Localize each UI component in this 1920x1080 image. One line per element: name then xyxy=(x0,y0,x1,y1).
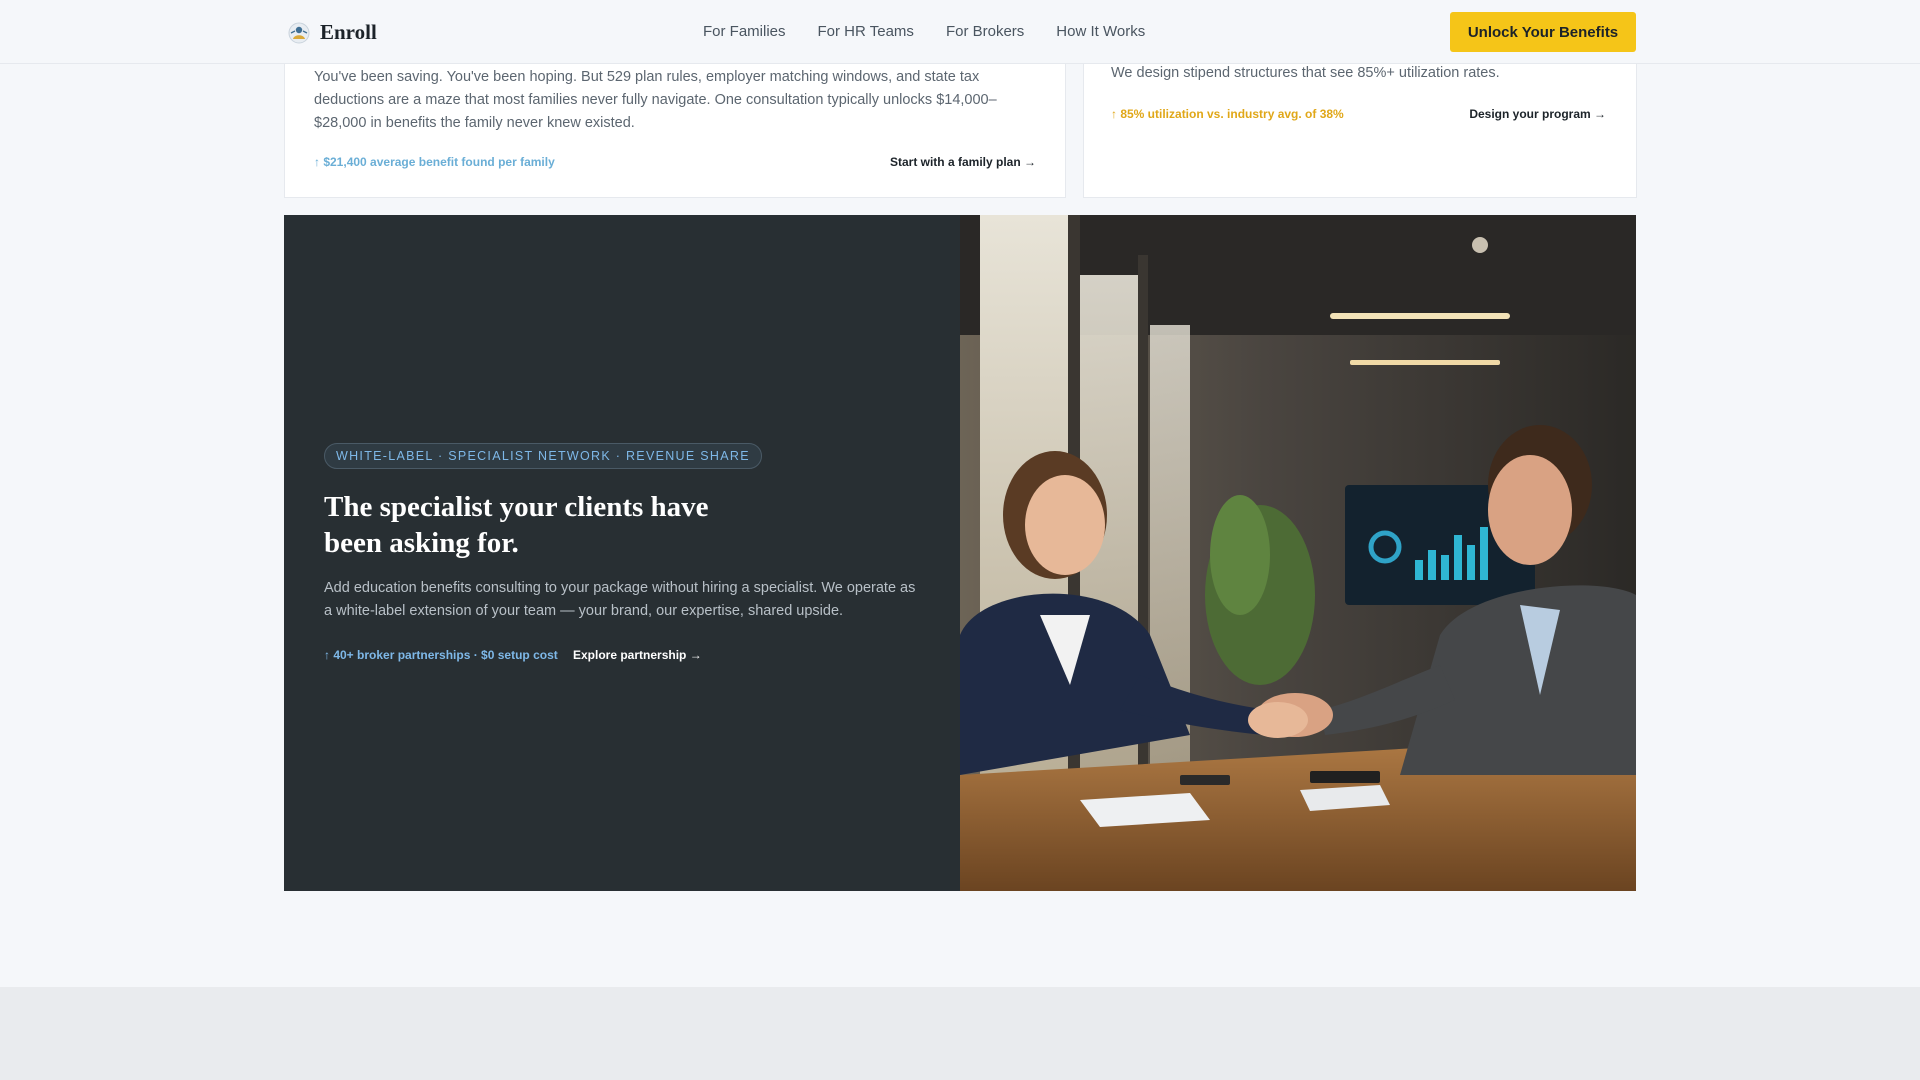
brand-name: Enroll xyxy=(320,20,377,44)
hr-card-stat: ↑ 85% utilization vs. industry avg. of 3… xyxy=(1111,107,1344,121)
footer-band xyxy=(0,987,1920,1080)
broker-feature: WHITE-LABEL · SPECIALIST NETWORK · REVEN… xyxy=(284,215,1636,891)
site-header: Enroll For Families For HR Teams For Bro… xyxy=(0,0,1920,64)
explore-partnership-link[interactable]: Explore partnership → xyxy=(573,648,702,662)
nav-how-it-works[interactable]: How It Works xyxy=(1056,23,1145,40)
broker-feature-stat: ↑ 40+ broker partnerships · $0 setup cos… xyxy=(324,648,558,662)
broker-feature-body: Add education benefits consulting to you… xyxy=(324,580,916,619)
families-card-body: You've been saving. You've been hoping. … xyxy=(314,69,997,131)
nav-for-hr-teams[interactable]: For HR Teams xyxy=(818,23,914,40)
design-program-link[interactable]: Design your program → xyxy=(1469,107,1606,121)
handshake-photo xyxy=(960,215,1636,891)
broker-feature-title: The specialist your clients have been as… xyxy=(324,491,709,559)
broker-feature-tag: WHITE-LABEL · SPECIALIST NETWORK · REVEN… xyxy=(324,443,762,469)
families-card-stat: ↑ $21,400 average benefit found per fami… xyxy=(314,155,555,169)
family-plan-link[interactable]: Start with a family plan → xyxy=(890,155,1036,169)
handshake-illustration xyxy=(960,215,1636,891)
brand-logo-icon xyxy=(288,22,310,43)
nav-for-brokers[interactable]: For Brokers xyxy=(946,23,1024,40)
main-nav: For Families For HR Teams For Brokers Ho… xyxy=(703,23,1145,40)
hr-card-body: We design stipend structures that see 85… xyxy=(1111,65,1500,81)
broker-feature-text-panel: WHITE-LABEL · SPECIALIST NETWORK · REVEN… xyxy=(284,215,960,891)
brand[interactable]: Enroll xyxy=(288,20,377,45)
nav-for-families[interactable]: For Families xyxy=(703,23,786,40)
unlock-benefits-button[interactable]: Unlock Your Benefits xyxy=(1450,12,1636,52)
